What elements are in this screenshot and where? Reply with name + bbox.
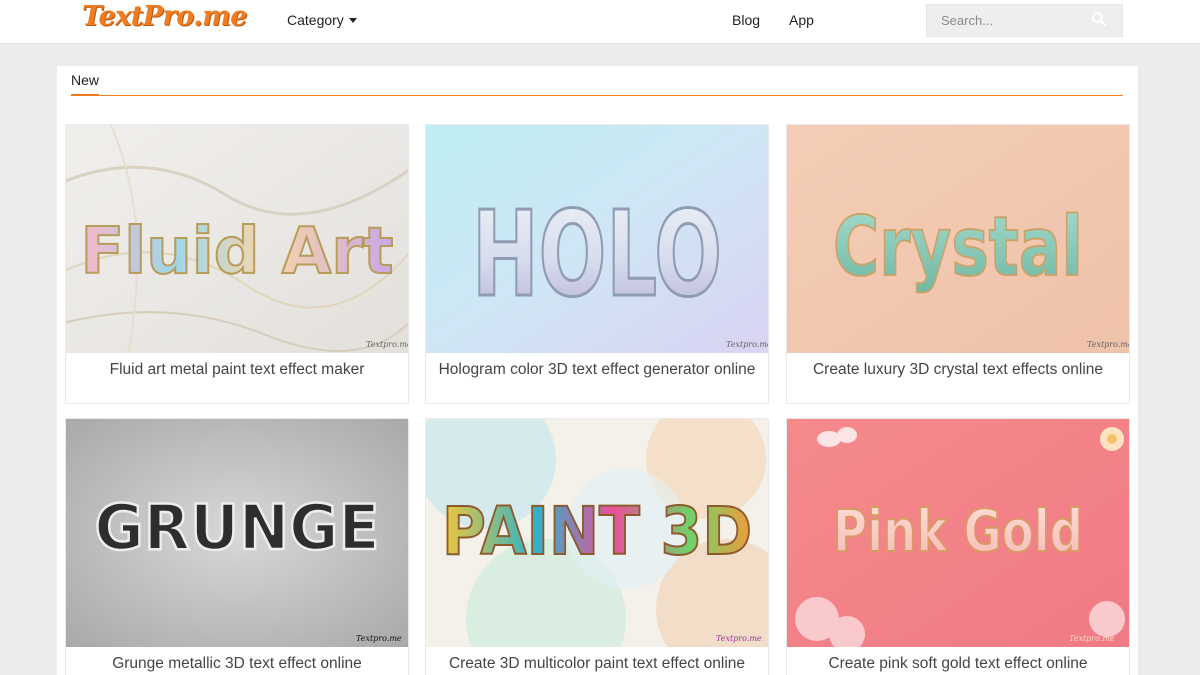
effect-thumbnail[interactable]: Crystal Textpro.me <box>787 125 1129 353</box>
search-icon[interactable] <box>1091 11 1107 27</box>
effect-art-text: Crystal <box>833 200 1083 295</box>
watermark: Textpro.me <box>1069 634 1115 643</box>
effect-title[interactable]: Create luxury 3D crystal text effects on… <box>787 361 1129 379</box>
effect-card-fluid-art[interactable]: Fluid Art Textpro.me Fluid art metal pai… <box>65 124 409 404</box>
watermark: Textpro.me <box>726 340 768 349</box>
effect-title[interactable]: Fluid art metal paint text effect maker <box>66 361 408 379</box>
top-navbar: TextPro.me Category Blog App <box>0 0 1200 44</box>
category-label: Category <box>287 12 344 28</box>
effect-card-grunge[interactable]: GRUNGE Textpro.me Grunge metallic 3D tex… <box>65 418 409 675</box>
effect-card-pink-gold[interactable]: Pink Gold Textpro.me Create pink soft go… <box>786 418 1130 675</box>
section-title: New <box>71 72 100 96</box>
nav-app-link[interactable]: App <box>789 12 814 28</box>
category-dropdown[interactable]: Category <box>287 12 357 28</box>
watermark: Textpro.me <box>716 634 762 643</box>
effect-title[interactable]: Create 3D multicolor paint text effect o… <box>426 655 768 673</box>
search-box <box>926 4 1123 37</box>
effect-art-text: Fluid Art <box>81 215 394 289</box>
effect-title[interactable]: Grunge metallic 3D text effect online <box>66 655 408 673</box>
effect-title[interactable]: Create pink soft gold text effect online <box>787 655 1129 673</box>
effect-thumbnail[interactable]: Fluid Art Textpro.me <box>66 125 408 353</box>
effect-title[interactable]: Hologram color 3D text effect generator … <box>426 361 768 379</box>
effect-thumbnail[interactable]: HOLO Textpro.me <box>426 125 768 353</box>
nav-blog-link[interactable]: Blog <box>732 12 760 28</box>
watermark: Textpro.me <box>1087 340 1129 349</box>
effect-thumbnail[interactable]: GRUNGE Textpro.me <box>66 419 408 647</box>
effect-thumbnail[interactable]: PAINT 3D Textpro.me <box>426 419 768 647</box>
watermark: Textpro.me <box>366 340 408 349</box>
effect-card-paint-3d[interactable]: PAINT 3D Textpro.me Create 3D multicolor… <box>425 418 769 675</box>
flower-icon <box>1100 427 1124 451</box>
effect-card-holo[interactable]: HOLO Textpro.me Hologram color 3D text e… <box>425 124 769 404</box>
caret-down-icon <box>348 18 357 23</box>
effect-card-crystal[interactable]: Crystal Textpro.me Create luxury 3D crys… <box>786 124 1130 404</box>
effect-art-text: HOLO <box>472 185 722 323</box>
search-input[interactable] <box>927 5 1087 36</box>
effect-art-text: Pink Gold <box>833 497 1083 565</box>
effect-art-text: GRUNGE <box>95 491 380 564</box>
section-divider <box>71 95 1123 96</box>
site-logo[interactable]: TextPro.me <box>82 1 247 32</box>
effect-thumbnail[interactable]: Pink Gold Textpro.me <box>787 419 1129 647</box>
watermark: Textpro.me <box>356 634 402 643</box>
effect-art-text: PAINT 3D <box>442 493 752 570</box>
